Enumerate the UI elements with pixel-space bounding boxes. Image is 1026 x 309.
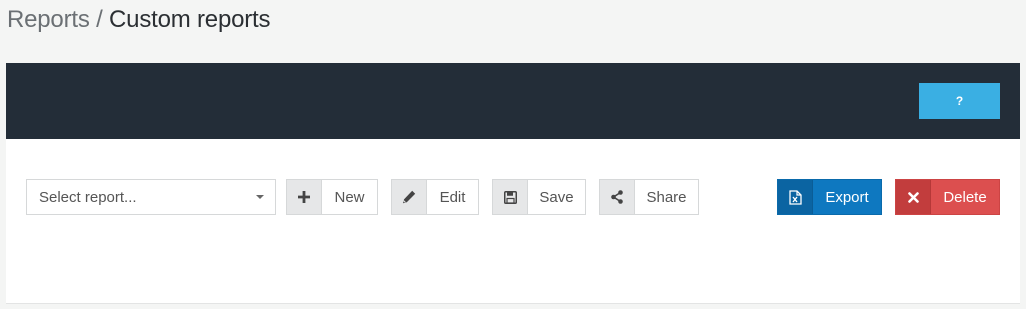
panel-header: ? <box>6 63 1020 139</box>
report-select-placeholder: Select report... <box>39 188 137 206</box>
floppy-disk-icon <box>493 180 528 214</box>
pencil-icon <box>392 180 427 214</box>
x-icon <box>896 180 931 214</box>
plus-icon <box>287 180 322 214</box>
save-button-label: Save <box>539 188 574 206</box>
breadcrumb-separator: / <box>89 6 110 33</box>
reports-panel: ? Select report... New Edit Save Share E… <box>6 63 1020 304</box>
report-select[interactable]: Select report... <box>26 179 276 215</box>
new-button[interactable]: New <box>286 179 378 215</box>
edit-button-label: Edit <box>439 188 466 206</box>
delete-button[interactable]: Delete <box>895 179 1000 215</box>
breadcrumb-reports-link[interactable]: Reports <box>7 6 90 33</box>
breadcrumb: Reports / Custom reports <box>7 5 271 35</box>
delete-button-label: Delete <box>943 188 987 206</box>
new-button-label: New <box>334 188 365 206</box>
help-button[interactable]: ? <box>919 83 1000 119</box>
share-button[interactable]: Share <box>599 179 699 215</box>
share-button-label: Share <box>646 188 687 206</box>
export-button-label: Export <box>825 188 869 206</box>
edit-button[interactable]: Edit <box>391 179 479 215</box>
page-title: Custom reports <box>109 6 271 33</box>
excel-file-icon <box>778 180 813 214</box>
caret-down-icon <box>256 195 264 199</box>
export-button[interactable]: Export <box>777 179 882 215</box>
share-icon <box>600 180 635 214</box>
help-button-label: ? <box>955 94 964 108</box>
save-button[interactable]: Save <box>492 179 586 215</box>
